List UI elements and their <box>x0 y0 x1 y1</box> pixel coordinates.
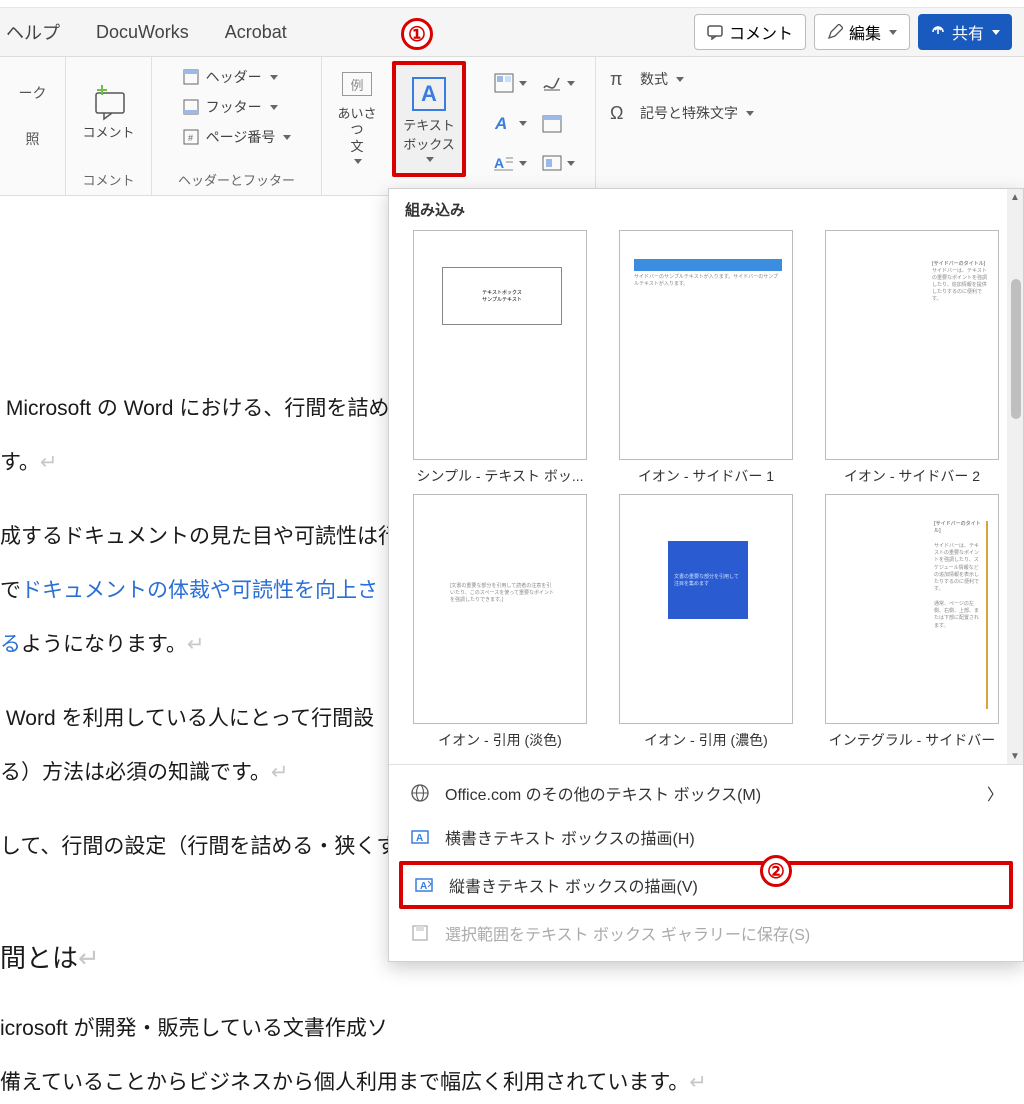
svg-text:Ω: Ω <box>610 103 623 123</box>
chevron-down-icon <box>354 159 362 164</box>
chevron-down-icon <box>567 81 575 86</box>
tab-acrobat[interactable]: Acrobat <box>211 16 301 49</box>
chevron-down-icon <box>270 105 278 110</box>
gallery-section-header: 組み込み <box>389 189 1023 226</box>
scroll-down-icon[interactable]: ▼ <box>1007 748 1023 764</box>
textbox-icon: A <box>412 77 446 111</box>
share-icon <box>930 24 946 40</box>
date-time-button[interactable] <box>541 105 575 141</box>
symbol-icon: Ω <box>610 103 634 123</box>
comment-button[interactable]: コメント <box>694 14 806 50</box>
chevron-down-icon <box>519 81 527 86</box>
chevron-down-icon <box>426 157 434 162</box>
header-icon <box>182 68 200 86</box>
gallery-scrollbar[interactable]: ▲ ▼ <box>1007 189 1023 764</box>
page-number-button[interactable]: #ページ番号 <box>182 127 292 147</box>
edit-button[interactable]: 編集 <box>814 14 910 50</box>
gallery-item-ion-sidebar-2[interactable]: [サイドバーのタイトル]サイドバーは、テキストの重要なポイントを強調したり、追加… <box>817 230 1007 486</box>
horizontal-textbox-icon: A <box>409 827 431 847</box>
pencil-icon <box>827 24 843 40</box>
chevron-down-icon <box>519 161 527 166</box>
new-comment-icon <box>90 83 126 123</box>
greeting-button[interactable]: 例 あいさつ 文 <box>327 61 387 169</box>
chevron-down-icon <box>676 77 684 82</box>
menu-save-to-gallery: 選択範囲をテキスト ボックス ギャラリーに保存(S) <box>389 911 1023 955</box>
share-button[interactable]: 共有 <box>918 14 1012 50</box>
scroll-up-icon[interactable]: ▲ <box>1007 189 1023 205</box>
date-icon <box>541 112 563 134</box>
signature-icon <box>541 72 563 94</box>
textbox-highlight: A テキスト ボックス <box>392 61 466 177</box>
globe-icon <box>409 783 431 803</box>
gallery-item-ion-quote-light[interactable]: [文書の重要な部分を引用して読者の注意を引いたり、このスペースを使って重要なポイ… <box>405 494 595 750</box>
textbox-gallery-dropdown: 組み込み テキストボックスサンプルテキスト シンプル - テキスト ボッ... … <box>388 188 1024 962</box>
ribbon-tabs-row: ヘルプ DocuWorks Acrobat コメント 編集 共有 <box>0 8 1024 56</box>
drop-cap-button[interactable]: A <box>493 145 527 181</box>
annotation-1: ① <box>401 18 433 50</box>
header-button[interactable]: ヘッダー <box>182 67 292 87</box>
chevron-right-icon: 〉 <box>987 781 1003 805</box>
dropcap-icon: A <box>493 152 515 174</box>
svg-text:A: A <box>494 114 507 133</box>
wordart-icon: A <box>493 112 515 134</box>
textbox-button[interactable]: A テキスト ボックス <box>396 65 462 173</box>
gallery-item-ion-quote-dark[interactable]: 文書の重要な部分を引用して注目を集めます イオン - 引用 (濃色) <box>611 494 801 750</box>
chevron-down-icon <box>992 30 1000 35</box>
comment-big-button[interactable]: コメント <box>76 61 140 166</box>
ribbon-mark-label: ーク <box>19 61 47 103</box>
quick-parts-button[interactable] <box>493 65 527 101</box>
tab-help[interactable]: ヘルプ <box>4 13 74 51</box>
object-icon <box>541 152 563 174</box>
symbol-button[interactable]: Ω記号と特殊文字 <box>610 103 754 123</box>
save-icon <box>409 923 431 943</box>
chevron-down-icon <box>889 30 897 35</box>
svg-text:A: A <box>420 881 427 892</box>
annotation-2: ② <box>760 855 792 887</box>
equation-icon: π <box>610 69 634 89</box>
equation-button[interactable]: π数式 <box>610 69 754 89</box>
svg-text:π: π <box>610 69 622 89</box>
gallery-item-simple[interactable]: テキストボックスサンプルテキスト シンプル - テキスト ボッ... <box>405 230 595 486</box>
chevron-down-icon <box>746 111 754 116</box>
quick-parts-icon <box>493 72 515 94</box>
group-label-comment: コメント <box>82 166 134 195</box>
ribbon-ref-label: 照 <box>26 103 40 149</box>
chevron-down-icon <box>567 161 575 166</box>
object-button[interactable] <box>541 145 575 181</box>
page-number-icon: # <box>182 128 200 146</box>
chevron-down-icon <box>270 75 278 80</box>
ribbon: ーク 照 コメント コメント ヘッダー フッター #ページ番号 ヘッダーとフッタ… <box>0 56 1024 196</box>
menu-vertical-highlight: A 縦書きテキスト ボックスの描画(V) <box>399 861 1013 909</box>
link-text[interactable]: ドキュメントの体裁や可読性を向上さ <box>21 579 378 602</box>
menu-office-more[interactable]: Office.com のその他のテキスト ボックス(M) 〉 <box>389 771 1023 815</box>
footer-button[interactable]: フッター <box>182 97 292 117</box>
gallery-item-integral-sidebar[interactable]: [サイドバーのタイトル]サイドバーは、テキストの重要なポイントを強調したり、スケ… <box>817 494 1007 750</box>
chevron-down-icon <box>283 135 291 140</box>
gallery-item-ion-sidebar-1[interactable]: サイドバーのサンプルテキストが入ります。サイドバーのサンプルテキストが入ります。… <box>611 230 801 486</box>
footer-icon <box>182 98 200 116</box>
tab-docuworks[interactable]: DocuWorks <box>82 16 203 49</box>
group-label-headerfooter: ヘッダーとフッター <box>178 166 295 195</box>
comment-icon <box>707 24 723 40</box>
signature-line-button[interactable] <box>541 65 575 101</box>
chevron-down-icon <box>519 121 527 126</box>
svg-text:A: A <box>416 833 423 844</box>
menu-vertical-textbox[interactable]: A 縦書きテキスト ボックスの描画(V) <box>403 865 1009 905</box>
vertical-textbox-icon: A <box>413 875 435 895</box>
svg-text:A: A <box>494 155 504 171</box>
svg-text:#: # <box>188 133 193 143</box>
menu-horizontal-textbox[interactable]: A 横書きテキスト ボックスの描画(H) <box>389 815 1023 859</box>
wordart-button[interactable]: A <box>493 105 527 141</box>
